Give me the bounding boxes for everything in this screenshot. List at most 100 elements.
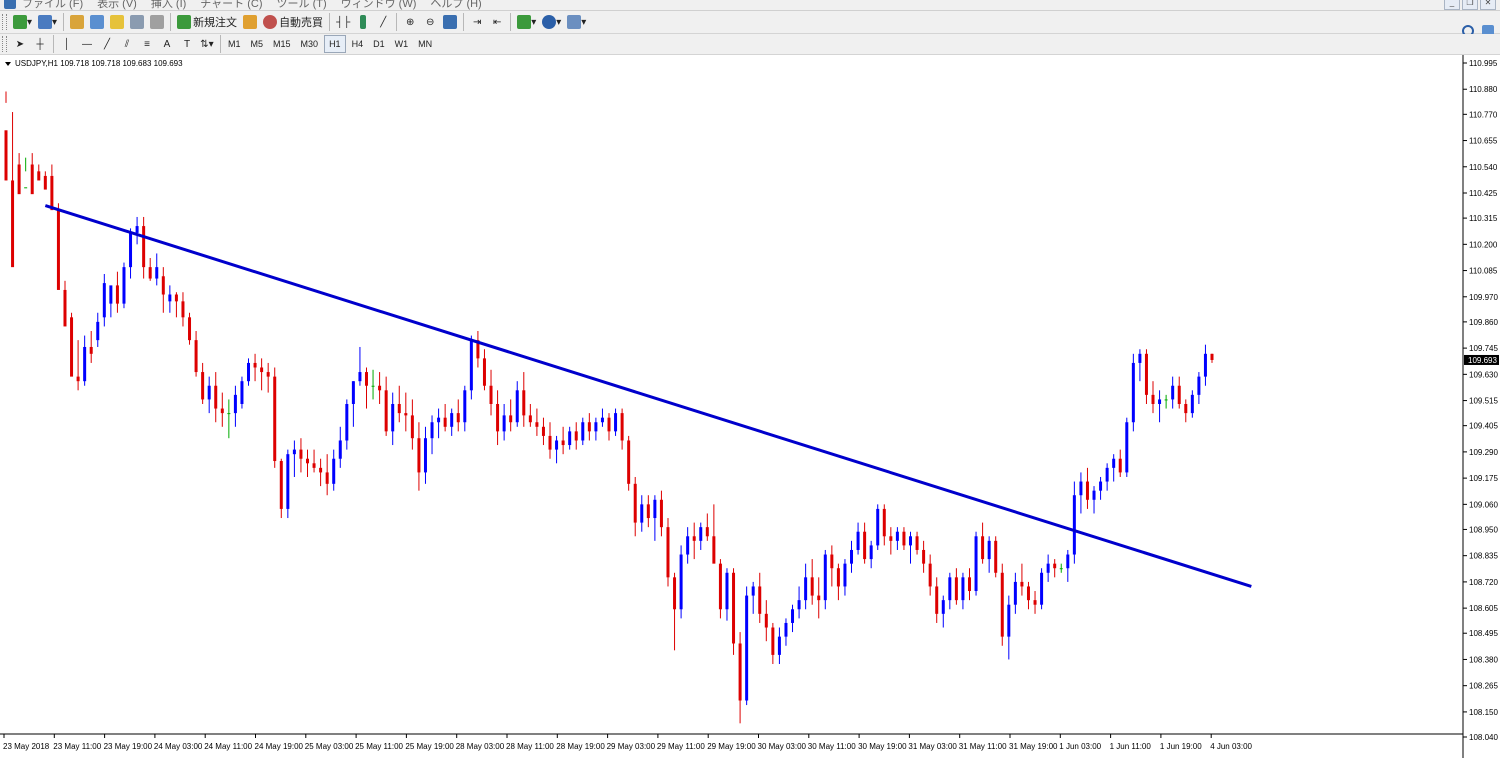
candle-body <box>253 362 257 368</box>
metaeditor-icon[interactable] <box>241 13 259 31</box>
price-tick-label: 110.085 <box>1469 267 1498 276</box>
timeframe-h1[interactable]: H1 <box>324 35 346 53</box>
indicators-icon[interactable]: ▾ <box>515 13 538 31</box>
menu-item[interactable]: 表示 (V) <box>97 0 137 10</box>
terminal-icon[interactable] <box>128 13 146 31</box>
new-order-button[interactable]: 新規注文 <box>175 13 239 31</box>
timeframe-mn[interactable]: MN <box>414 36 436 52</box>
time-tick-label: 4 Jun 03:00 <box>1210 742 1252 751</box>
candle-body <box>83 346 87 382</box>
candle-body <box>1085 481 1089 500</box>
timeframe-m30[interactable]: M30 <box>297 36 323 52</box>
separator <box>396 13 398 31</box>
new-chart-icon[interactable]: ▾ <box>11 13 34 31</box>
candle-body <box>1092 490 1096 500</box>
strategy-tester-icon[interactable] <box>148 13 166 31</box>
trendline-icon[interactable]: ╱ <box>98 35 116 53</box>
navigator-icon[interactable] <box>88 13 106 31</box>
menu-item[interactable]: ファイル (F) <box>22 0 83 10</box>
templates-icon[interactable]: ▾ <box>565 13 588 31</box>
candle-body <box>941 600 945 614</box>
candle-body <box>338 440 342 459</box>
menu-item[interactable]: ツール (T) <box>277 0 327 10</box>
candle-body <box>168 294 172 302</box>
candle-body <box>142 226 146 268</box>
vertical-line-icon[interactable]: │ <box>58 35 76 53</box>
candle-body <box>594 422 598 432</box>
crosshair-icon[interactable]: ┼ <box>31 35 49 53</box>
candle-body <box>1040 572 1044 605</box>
candle-body <box>791 609 795 623</box>
candle-body <box>443 417 447 427</box>
candle-body <box>312 463 316 468</box>
price-tick-label: 110.995 <box>1469 59 1498 68</box>
price-tick-label: 110.655 <box>1469 137 1498 146</box>
price-tick-label: 108.150 <box>1469 708 1498 717</box>
candle-body <box>391 403 395 432</box>
candle-body <box>574 431 578 441</box>
menu-item[interactable]: 挿入 (I) <box>151 0 186 10</box>
market-watch-icon[interactable] <box>68 13 86 31</box>
candle-body <box>994 540 998 573</box>
time-tick-label: 31 May 19:00 <box>1009 742 1058 751</box>
candle-body <box>430 422 434 439</box>
text-icon[interactable]: A <box>158 35 176 53</box>
candle-body <box>974 536 978 592</box>
candle <box>1131 353 1135 432</box>
candle-body <box>1197 376 1201 395</box>
favorites-icon[interactable] <box>108 13 126 31</box>
candle-body <box>1158 399 1162 404</box>
candle-body <box>148 267 152 279</box>
zoom-out-icon[interactable]: ⊖ <box>421 13 439 31</box>
autoscroll-icon[interactable]: ⇥ <box>468 13 486 31</box>
candle-body <box>502 415 506 432</box>
candle-body <box>1118 458 1122 473</box>
time-tick-label: 30 May 11:00 <box>808 742 856 751</box>
timeframe-d1[interactable]: D1 <box>369 36 389 52</box>
separator <box>63 13 65 31</box>
bar-chart-icon[interactable]: ┤├ <box>334 13 352 31</box>
candle-body <box>928 563 932 587</box>
tile-windows-icon[interactable] <box>441 13 459 31</box>
zoom-in-icon[interactable]: ⊕ <box>401 13 419 31</box>
price-tick-label: 109.060 <box>1469 500 1498 509</box>
restore-icon[interactable]: ❐ <box>1462 0 1478 10</box>
periods-icon[interactable]: ▾ <box>540 13 563 31</box>
candle-body <box>76 376 80 382</box>
cursor-icon[interactable]: ➤ <box>11 35 29 53</box>
candle-body <box>876 508 880 546</box>
close-icon[interactable]: ✕ <box>1480 0 1496 10</box>
fibonacci-icon[interactable]: ≡ <box>138 35 156 53</box>
candle-body <box>279 461 283 509</box>
minimize-icon[interactable]: _ <box>1444 0 1460 10</box>
line-chart-icon[interactable]: ╱ <box>374 13 392 31</box>
timeframe-m15[interactable]: M15 <box>269 36 295 52</box>
candlestick-icon[interactable] <box>354 13 372 31</box>
candle-body <box>528 415 532 423</box>
price-chart[interactable]: 110.995 110.880 110.770 110.655 110.540 110.4… <box>0 55 1500 758</box>
menu-item[interactable]: ヘルプ (H) <box>430 0 481 10</box>
menu-item[interactable]: ウィンドウ (W) <box>341 0 417 10</box>
chart-shift-icon[interactable]: ⇤ <box>488 13 506 31</box>
price-tick-label: 108.380 <box>1469 655 1498 664</box>
profiles-icon[interactable]: ▾ <box>36 13 59 31</box>
menu-item[interactable]: チャート (C) <box>200 0 262 10</box>
candle-body <box>895 531 899 541</box>
candle-body <box>686 536 690 555</box>
candle-body <box>437 417 441 423</box>
timeframe-m1[interactable]: M1 <box>224 36 245 52</box>
auto-trading-button[interactable]: 自動売買 <box>261 13 325 31</box>
candle-body <box>299 449 303 459</box>
timeframe-m5[interactable]: M5 <box>247 36 268 52</box>
timeframe-h4[interactable]: H4 <box>348 36 368 52</box>
timeframe-w1[interactable]: W1 <box>391 36 413 52</box>
horizontal-line-icon[interactable]: — <box>78 35 96 53</box>
price-tick-label: 109.970 <box>1469 293 1498 302</box>
auto-trading-label: 自動売買 <box>279 17 324 29</box>
price-tick-label: 108.720 <box>1469 578 1498 587</box>
candle-body <box>981 536 985 560</box>
equidistant-channel-icon[interactable]: ⫽ <box>118 35 136 53</box>
candle-body <box>371 385 375 387</box>
text-label-icon[interactable]: T <box>178 35 196 53</box>
arrows-icon[interactable]: ⇅▾ <box>198 35 216 53</box>
